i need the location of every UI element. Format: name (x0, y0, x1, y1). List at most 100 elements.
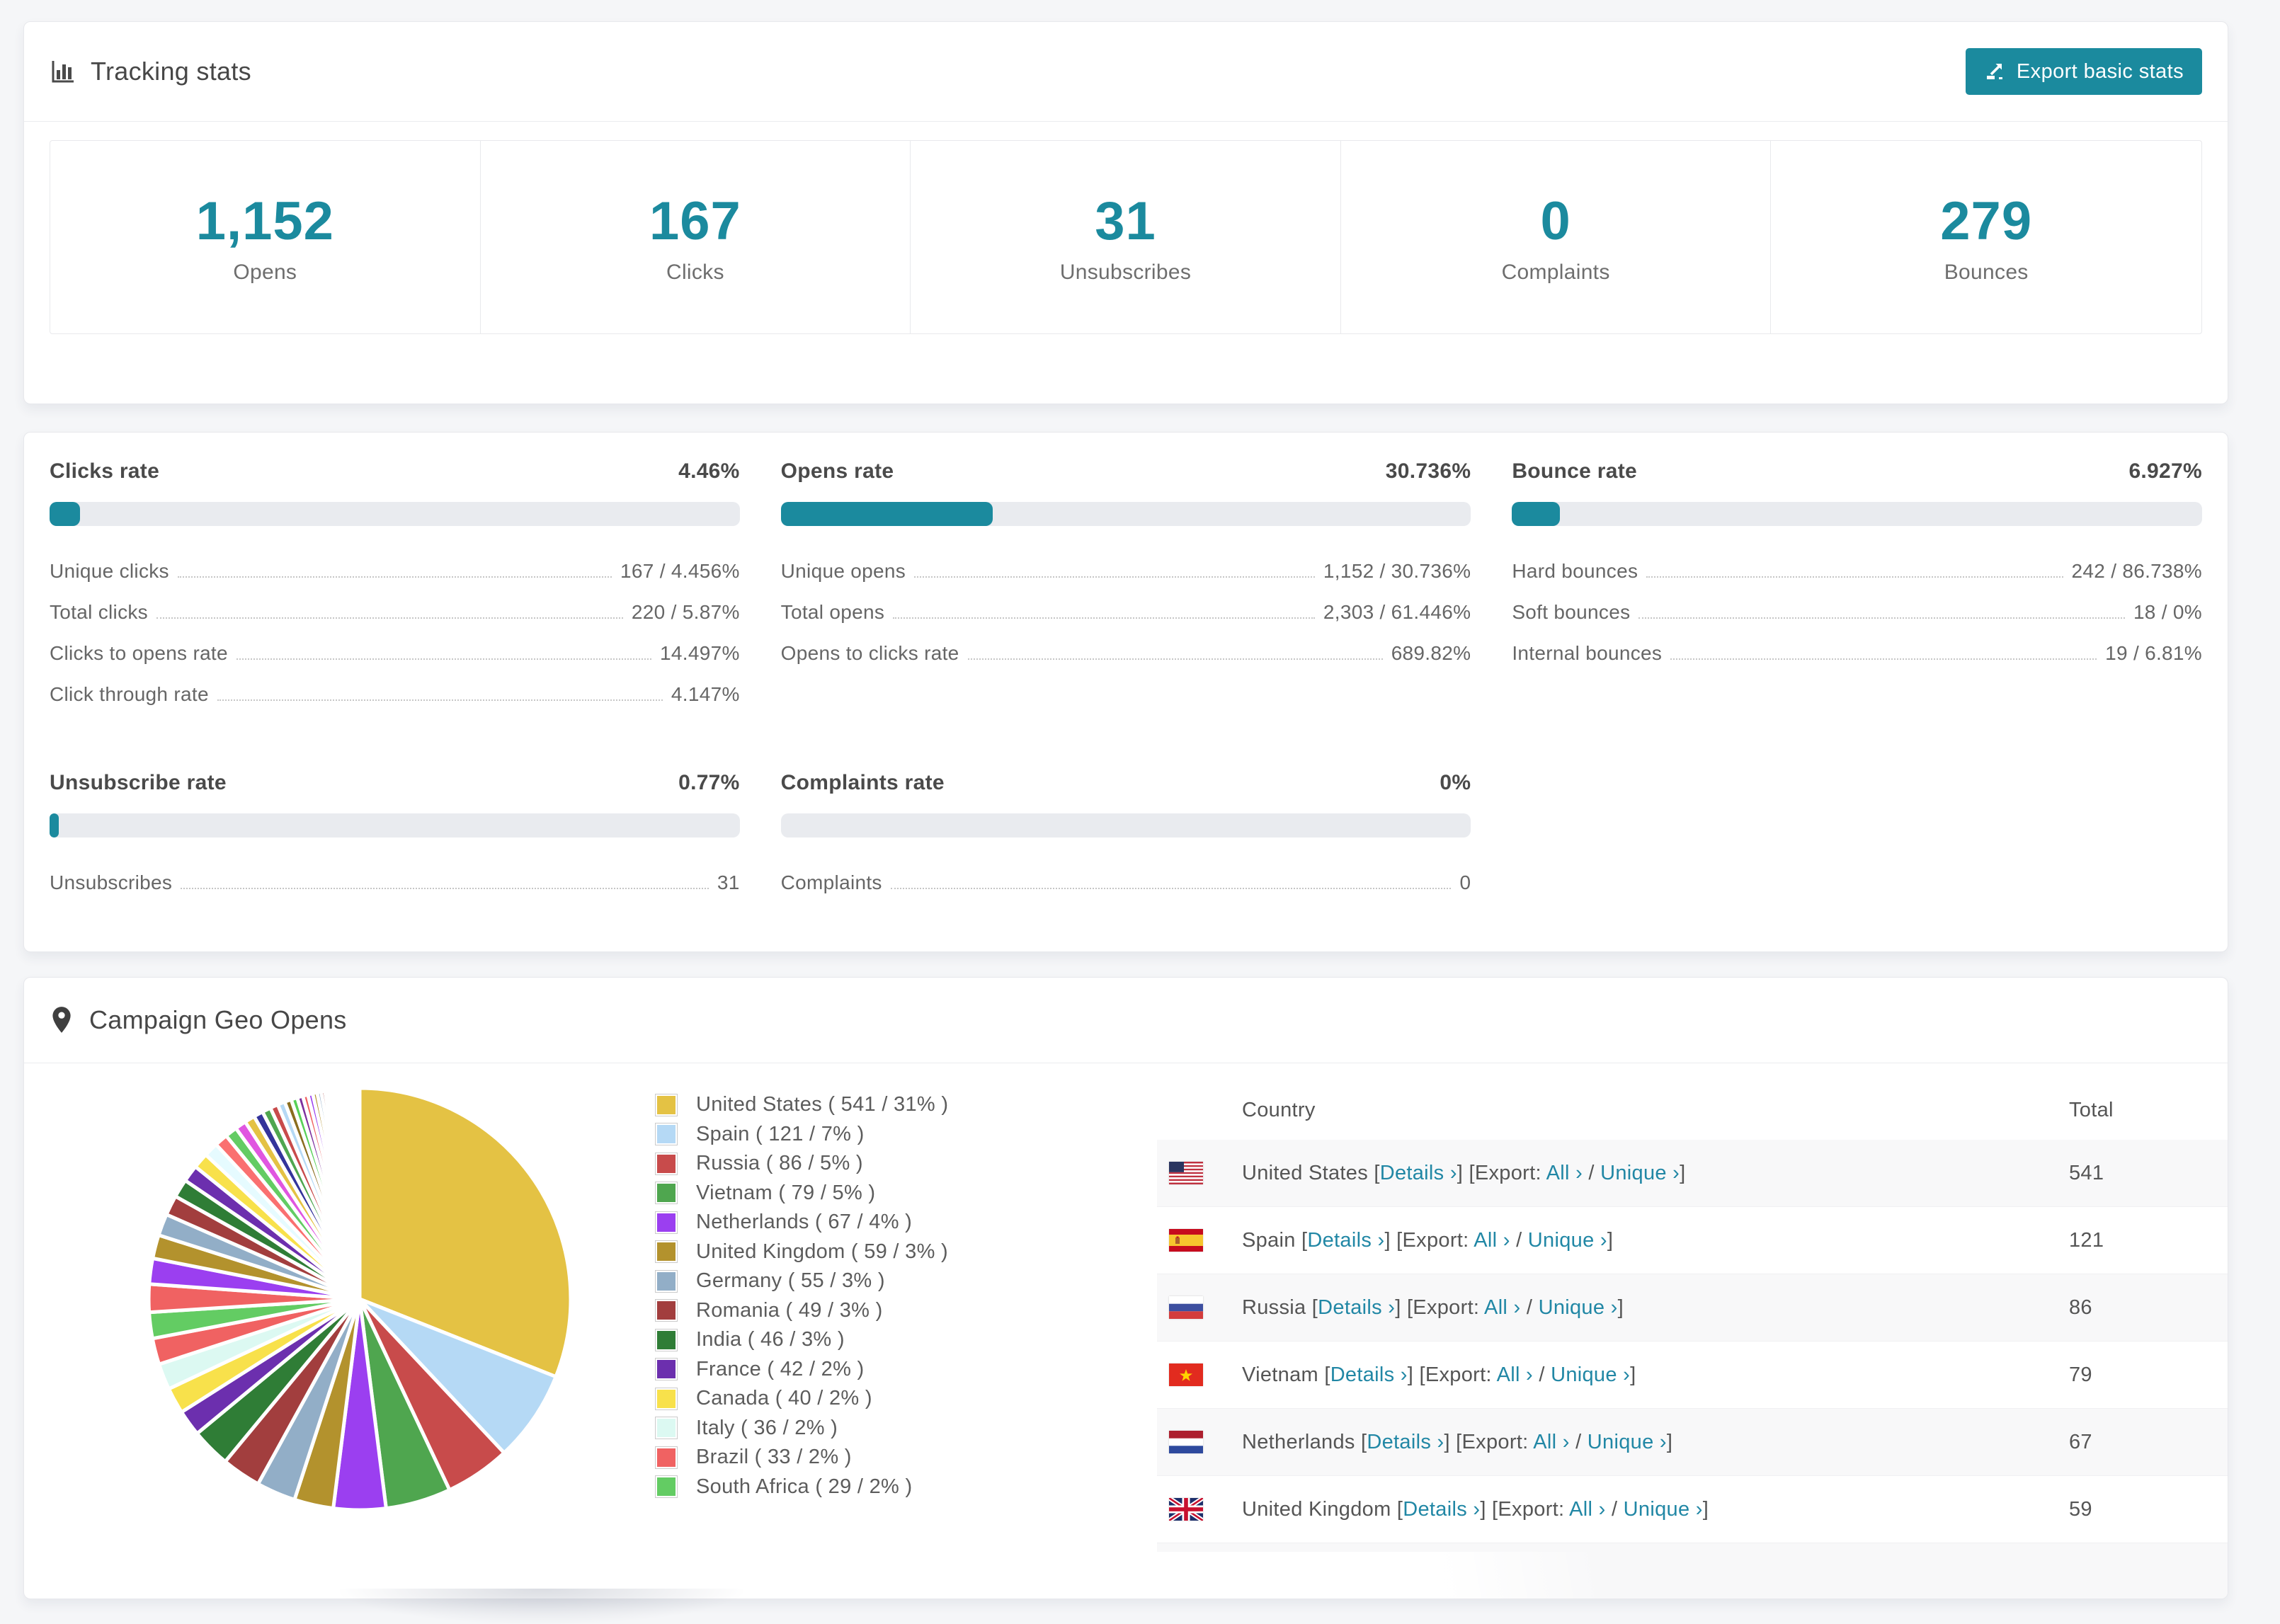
legend-item-united-states: United States ( 541 / 31% ) (655, 1090, 948, 1120)
pie-slice-other-44[interactable] (357, 1086, 362, 1301)
country-name-and-links: Netherlands [Details ›] [Export: All › /… (1242, 1431, 1672, 1454)
export-unique-link[interactable]: Unique › (1551, 1363, 1630, 1386)
legend-label: Spain ( 121 / 7% ) (696, 1122, 865, 1145)
bracket-text: ] (1607, 1228, 1614, 1252)
slash-text: / (1583, 1161, 1601, 1184)
details-link[interactable]: Details › (1307, 1229, 1384, 1252)
geo-table-row-es: Spain [Details ›] [Export: All › / Uniqu… (1157, 1207, 2228, 1274)
country-flag-de (1169, 1572, 1203, 1582)
legend-item-india: India ( 46 / 3% ) (655, 1325, 948, 1355)
export-unique-link[interactable]: Unique › (1588, 1431, 1667, 1453)
country-name: United Kingdom [ (1242, 1497, 1403, 1521)
tracking-stats-card: Tracking stats Export basic stats 1,152 O… (23, 21, 2228, 404)
geo-table-row-ru: Russia [Details ›] [Export: All › / Uniq… (1157, 1274, 2228, 1342)
rate-title: Opens rate (780, 459, 894, 483)
legend-label: Vietnam ( 79 / 5% ) (696, 1181, 876, 1204)
legend-item-united-kingdom: United Kingdom ( 59 / 3% ) (655, 1237, 948, 1267)
geo-table: Country Total United States [Details ›] … (1157, 1080, 2228, 1599)
bracket-text: ] [Export: (1384, 1228, 1474, 1252)
details-link[interactable]: Details › (1330, 1363, 1408, 1386)
export-unique-link[interactable]: Unique › (1528, 1229, 1607, 1252)
country-name-and-links: Spain [Details ›] [Export: All › / Uniqu… (1242, 1229, 1613, 1252)
dotted-leader (914, 576, 1315, 578)
rate-value: 30.736% (1385, 459, 1471, 483)
stat-label: Unsubscribes (1059, 260, 1192, 284)
export-all-link[interactable]: All › (1569, 1498, 1605, 1521)
tracking-card-title: Tracking stats (50, 57, 251, 86)
rate-detail-rows: Unique clicks 167 / 4.456% Total clicks 220… (50, 557, 740, 721)
stat-box-complaints: 0 Complaints (1341, 141, 1772, 333)
country-name: Spain [ (1242, 1228, 1308, 1252)
dotted-leader (890, 888, 1452, 889)
legend-swatch (655, 1211, 678, 1234)
country-name: Russia [ (1242, 1296, 1318, 1319)
details-link[interactable]: Details › (1380, 1162, 1457, 1184)
tracking-title-text: Tracking stats (91, 57, 251, 86)
legend-item-spain: Spain ( 121 / 7% ) (655, 1120, 948, 1150)
bar-chart-icon (50, 59, 75, 84)
geo-opens-pie-chart[interactable] (131, 1070, 588, 1528)
bracket-text: ] (1666, 1430, 1673, 1453)
rate-head: Bounce rate 6.927% (1512, 459, 2202, 484)
flag-united-kingdom (1169, 1498, 1203, 1521)
rate-title: Unsubscribe rate (50, 771, 227, 794)
geo-card-title: Campaign Geo Opens (50, 1005, 347, 1035)
stat-label: Complaints (1501, 260, 1610, 284)
detail-value: 220 / 5.87% (631, 601, 740, 623)
dotted-leader (156, 617, 623, 619)
export-unique-link[interactable]: Unique › (1600, 1162, 1680, 1184)
export-all-link[interactable]: All › (1533, 1431, 1569, 1453)
detail-row: Clicks to opens rate 14.497% (50, 639, 740, 680)
rate-progress-fill (50, 813, 59, 837)
detail-label: Hard bounces (1512, 560, 1638, 582)
export-basic-stats-button[interactable]: Export basic stats (1965, 48, 2202, 95)
detail-label: Unique opens (780, 560, 906, 582)
country-cell: Vietnam [Details ›] [Export: All › / Uni… (1157, 1363, 2069, 1387)
detail-row: Total clicks 220 / 5.87% (50, 598, 740, 639)
legend-label: United Kingdom ( 59 / 3% ) (696, 1240, 948, 1263)
flag-germany (1169, 1572, 1203, 1582)
legend-swatch (655, 1182, 678, 1205)
detail-value: 0 (1459, 871, 1471, 893)
geo-table-row-de (1157, 1543, 2228, 1599)
details-link[interactable]: Details › (1367, 1431, 1444, 1453)
detail-row: Opens to clicks rate 689.82% (781, 639, 1471, 680)
legend-item-south-africa: South Africa ( 29 / 2% ) (655, 1473, 948, 1502)
country-cell: United Kingdom [Details ›] [Export: All … (1157, 1498, 2069, 1521)
geo-table-row-us: United States [Details ›] [Export: All ›… (1157, 1140, 2228, 1207)
rate-value: 4.46% (678, 459, 740, 483)
export-all-link[interactable]: All › (1546, 1162, 1583, 1184)
total-value: 67 (2069, 1430, 2092, 1453)
legend-item-netherlands: Netherlands ( 67 / 4% ) (655, 1208, 948, 1237)
export-unique-link[interactable]: Unique › (1539, 1296, 1618, 1319)
legend-label: Italy ( 36 / 2% ) (696, 1416, 838, 1439)
flag-netherlands (1169, 1431, 1203, 1453)
details-link[interactable]: Details › (1318, 1296, 1395, 1319)
details-link[interactable]: Details › (1403, 1498, 1480, 1521)
export-all-link[interactable]: All › (1474, 1229, 1510, 1252)
export-unique-link[interactable]: Unique › (1624, 1498, 1703, 1521)
detail-row: Total opens 2,303 / 61.446% (781, 598, 1471, 639)
stat-box-opens: 1,152 Opens (50, 141, 481, 333)
rate-head: Unsubscribe rate 0.77% (50, 771, 740, 795)
export-all-link[interactable]: All › (1497, 1363, 1533, 1386)
column-header-country: Country (1242, 1098, 1316, 1121)
country-name-and-links: Russia [Details ›] [Export: All › / Uniq… (1242, 1296, 1624, 1320)
legend-swatch (655, 1446, 678, 1469)
dotted-leader (236, 658, 652, 660)
country-name: Netherlands [ (1242, 1430, 1367, 1453)
legend-item-canada: Canada ( 40 / 2% ) (655, 1384, 948, 1414)
dotted-leader (893, 617, 1315, 619)
detail-value: 167 / 4.456% (620, 560, 740, 582)
rate-value: 0% (1440, 771, 1471, 794)
stat-box-bounces: 279 Bounces (1771, 141, 2201, 333)
legend-label: Canada ( 40 / 2% ) (696, 1387, 872, 1410)
slash-text: / (1605, 1497, 1624, 1521)
slash-text: / (1569, 1430, 1588, 1453)
bracket-text: ] (1702, 1497, 1709, 1521)
geo-card-header: Campaign Geo Opens (24, 978, 2228, 1063)
stat-value: 31 (1095, 190, 1156, 251)
slash-text: / (1520, 1296, 1539, 1319)
export-all-link[interactable]: All › (1484, 1296, 1520, 1319)
dotted-leader (181, 888, 709, 889)
